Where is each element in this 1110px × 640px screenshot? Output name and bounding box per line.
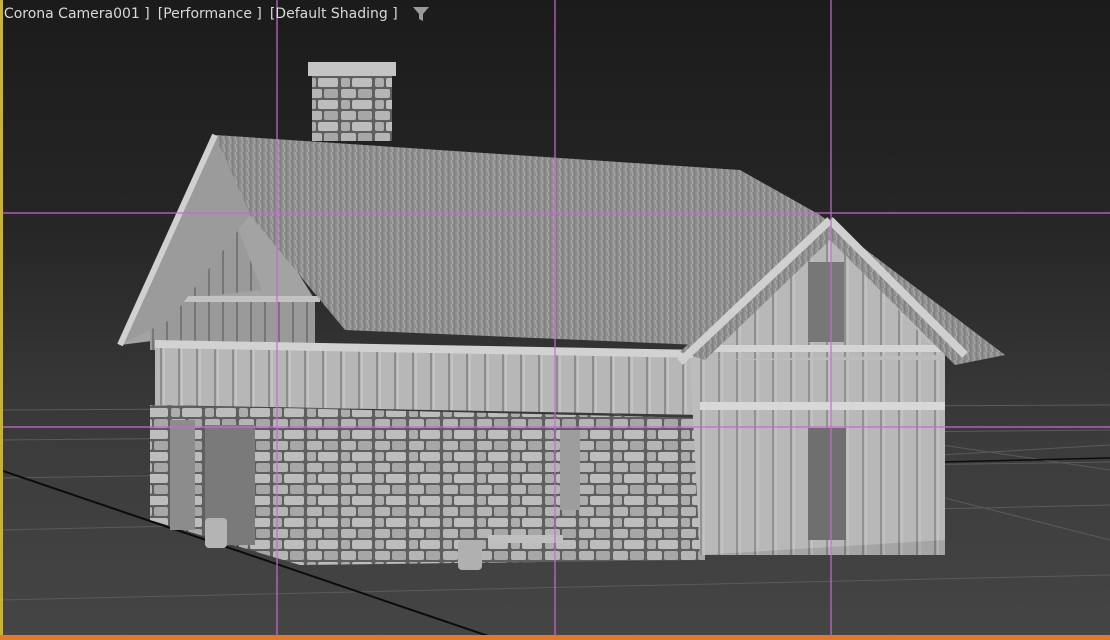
- right-wall-beam: [700, 402, 945, 410]
- viewport-label-menu: [ Corona Camera001 ] [Performance ] [Def…: [0, 4, 430, 24]
- house-model[interactable]: [117, 62, 1005, 570]
- perspective-viewport[interactable]: [ Corona Camera001 ] [Performance ] [Def…: [0, 0, 1110, 640]
- active-viewport-border: [0, 0, 3, 640]
- wall-post: [560, 430, 580, 510]
- barrel: [205, 518, 227, 548]
- camera-label[interactable]: [ Corona Camera001 ]: [0, 6, 152, 22]
- funnel-icon[interactable]: [412, 5, 430, 23]
- visual-style-label[interactable]: [Performance ]: [156, 6, 264, 22]
- gable-doorway: [808, 428, 846, 540]
- viewport-scene: [0, 0, 1110, 640]
- viewport-bottom-bar: [0, 635, 1110, 640]
- barrel-2: [458, 540, 482, 570]
- chimney: [312, 66, 392, 141]
- gable-window: [808, 262, 844, 342]
- chimney-cap: [308, 62, 396, 76]
- bench: [488, 535, 563, 543]
- side-door: [170, 420, 195, 530]
- shading-label[interactable]: [Default Shading ]: [268, 6, 400, 22]
- right-wall-beam-upper: [700, 345, 945, 352]
